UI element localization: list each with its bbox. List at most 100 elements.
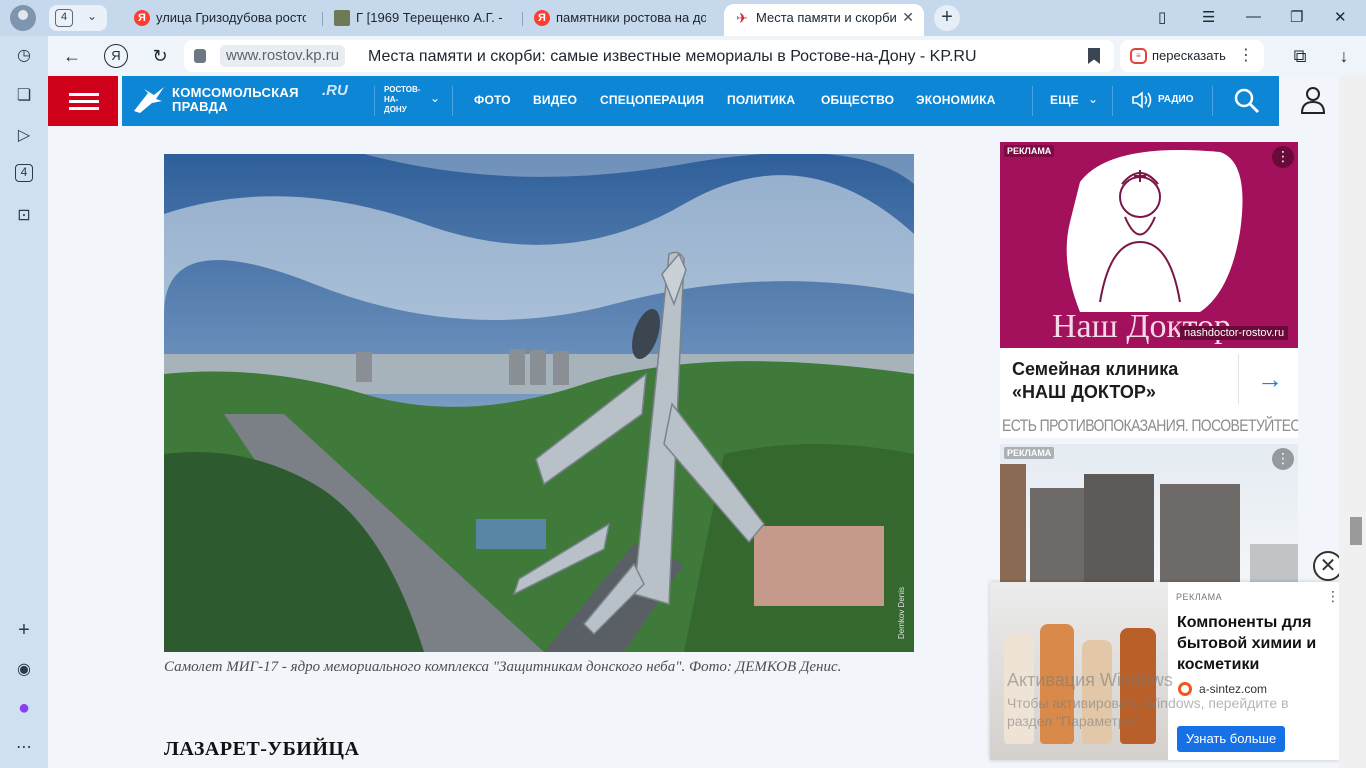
tab-title: Места памяти и скорби xyxy=(756,10,896,25)
nav-more[interactable]: ЕЩЕ xyxy=(1050,93,1079,107)
region-selector[interactable]: РОСТОВ- НА- ДОНУ xyxy=(384,85,420,115)
medical-warning: ЕСТЬ ПРОТИВОПОКАЗАНИЯ. ПОСОВЕТУЙТЕСЬ С В… xyxy=(1002,415,1298,435)
clinic-ad[interactable]: РЕКЛАМА ⋮ Наш Доктор nashdoctor-rostov.r… xyxy=(1000,142,1298,438)
chemicals-headline[interactable]: Компоненты для бытовой химии и косметики xyxy=(1177,612,1337,675)
tab-3[interactable]: Я памятники ростова на дон xyxy=(524,4,720,32)
chevron-down-icon: ⌄ xyxy=(1088,92,1099,106)
ad-menu-icon[interactable]: ⋮ xyxy=(1272,146,1294,168)
clinic-headline[interactable]: Семейная клиника «НАШ ДОКТОР» xyxy=(1012,358,1232,404)
header-divider xyxy=(1112,86,1113,116)
radio-label[interactable]: РАДИО xyxy=(1158,94,1193,105)
close-window-icon[interactable]: ✕ xyxy=(1334,8,1347,26)
site-header: КОМСОМОЛЬСКАЯ ПРАВДА .RU РОСТОВ- НА- ДОН… xyxy=(122,76,1279,126)
region-line-1: РОСТОВ- xyxy=(384,85,421,94)
collections-button-icon[interactable]: ⧉ xyxy=(1288,44,1312,68)
retell-button[interactable]: ≡ пересказать ⋮ xyxy=(1120,40,1264,72)
yandex-icon: Я xyxy=(534,10,550,26)
clinic-ad-image: РЕКЛАМА ⋮ Наш Доктор nashdoctor-rostov.r… xyxy=(1000,142,1298,348)
building xyxy=(1084,474,1154,584)
header-divider xyxy=(1212,86,1213,116)
header-divider xyxy=(374,86,375,116)
add-icon[interactable]: + xyxy=(12,618,36,642)
retell-label: пересказать xyxy=(1152,48,1226,63)
bookmarks-window-icon[interactable]: ▯ xyxy=(1158,8,1166,26)
building xyxy=(1160,484,1240,584)
tab-divider xyxy=(322,12,323,26)
tab-4-active[interactable]: ✈ Места памяти и скорби ✕ xyxy=(724,4,924,36)
search-icon[interactable] xyxy=(1234,88,1260,114)
page-scrollbar[interactable] xyxy=(1339,76,1366,768)
tab-1[interactable]: Я улица Гризодубова росто xyxy=(124,4,320,32)
reload-icon[interactable]: ↻ xyxy=(148,44,172,68)
building xyxy=(1000,464,1026,584)
yandex-icon: Я xyxy=(134,10,150,26)
real-estate-ad[interactable]: РЕКЛАМА ⋮ xyxy=(1000,444,1298,584)
new-tab-button[interactable]: + xyxy=(934,5,960,31)
user-account-icon[interactable] xyxy=(1300,86,1326,114)
assistant-icon[interactable]: ◉ xyxy=(12,658,36,682)
article-photo-mig17-memorial[interactable]: Demkov Denis xyxy=(164,154,914,652)
image-icon xyxy=(334,10,350,26)
windows-activation-title: Активация Windows xyxy=(1007,670,1173,690)
nav-economy[interactable]: ЭКОНОМИКА xyxy=(916,93,996,107)
profile-avatar-icon[interactable] xyxy=(10,5,36,31)
browser-sidebar: ◷ ❏ ▷ 4 ⊡ + ◉ ● ⋯ xyxy=(0,36,48,768)
lock-icon[interactable] xyxy=(194,49,206,63)
collections-icon[interactable]: ❏ xyxy=(12,84,36,108)
chevron-down-icon: ⌄ xyxy=(87,9,98,23)
kp-icon: ✈ xyxy=(736,10,748,26)
logo-ru: .RU xyxy=(322,82,348,99)
retell-icon: ≡ xyxy=(1130,48,1147,64)
ad-menu-icon[interactable]: ⋮ xyxy=(1326,588,1340,605)
retell-more-icon[interactable]: ⋮ xyxy=(1238,45,1254,65)
download-icon[interactable]: ↓ xyxy=(1332,44,1356,68)
yandex-home-icon[interactable]: Я xyxy=(104,44,128,68)
alice-icon[interactable]: ● xyxy=(12,696,36,720)
kp-bird-logo-icon[interactable] xyxy=(132,85,166,115)
bookmark-icon[interactable] xyxy=(1088,48,1100,64)
address-toolbar: ← Я ↻ www.rostov.kp.ru Места памяти и ск… xyxy=(48,36,1366,76)
tab-title: Г [1969 Терещенко А.Г. - И xyxy=(356,10,506,25)
back-icon[interactable]: ← xyxy=(60,44,84,68)
ad-menu-icon[interactable]: ⋮ xyxy=(1272,448,1294,470)
site-menu-button[interactable] xyxy=(48,76,118,126)
tab-title: памятники ростова на дон xyxy=(556,10,706,25)
tab-count-button[interactable]: 4 ⌄ xyxy=(49,5,107,31)
screenshot-icon[interactable]: ⊡ xyxy=(12,204,36,228)
chevron-down-icon[interactable]: ⌄ xyxy=(430,91,440,105)
photo-credit: Demkov Denis xyxy=(897,587,906,639)
downloads-panel-icon[interactable]: ☰ xyxy=(1202,8,1215,26)
tab-count-icon[interactable]: 4 xyxy=(15,164,33,182)
nav-video[interactable]: ВИДЕО xyxy=(533,93,577,107)
section-heading: ЛАЗАРЕТ-УБИЙЦА xyxy=(164,738,360,760)
ad-badge: РЕКЛАМА xyxy=(1004,145,1055,157)
url-page-title: Места памяти и скорби: самые известные м… xyxy=(368,48,977,65)
logo-line-2: ПРАВДА xyxy=(172,99,228,114)
nav-society[interactable]: ОБЩЕСТВО xyxy=(821,93,894,107)
tab-count: 4 xyxy=(55,9,73,27)
tab-2[interactable]: Г [1969 Терещенко А.Г. - И xyxy=(324,4,520,32)
address-field[interactable]: www.rostov.kp.ru Места памяти и скорби: … xyxy=(184,40,1114,72)
arrow-right-icon[interactable]: → xyxy=(1257,364,1283,395)
url-domain: www.rostov.kp.ru xyxy=(220,45,346,67)
tab-title: улица Гризодубова росто xyxy=(156,10,306,25)
logo-line-1: КОМСОМОЛЬСКАЯ xyxy=(172,85,299,100)
real-estate-ad-image xyxy=(1000,444,1298,584)
header-divider xyxy=(452,86,453,116)
clinic-site: nashdoctor-rostov.ru xyxy=(1180,326,1289,340)
building xyxy=(1250,544,1298,584)
article-body: Demkov Denis Самолет МИГ-17 - ядро мемор… xyxy=(58,126,988,768)
nav-special-operation[interactable]: СПЕЦОПЕРАЦИЯ xyxy=(600,93,704,107)
history-icon[interactable]: ◷ xyxy=(12,44,36,68)
speaker-icon[interactable] xyxy=(1131,90,1153,110)
restore-icon[interactable]: ❐ xyxy=(1290,8,1303,26)
close-tab-icon[interactable]: ✕ xyxy=(902,9,914,26)
hamburger-icon xyxy=(69,93,99,96)
more-icon[interactable]: ⋯ xyxy=(12,736,36,760)
play-icon[interactable]: ▷ xyxy=(12,124,36,148)
minimize-icon[interactable]: — xyxy=(1246,8,1261,25)
nav-photo[interactable]: ФОТО xyxy=(474,93,511,107)
nav-politics[interactable]: ПОЛИТИКА xyxy=(727,93,795,107)
site-logo-text[interactable]: КОМСОМОЛЬСКАЯ ПРАВДА xyxy=(172,86,299,114)
scrollbar-thumb[interactable] xyxy=(1350,517,1362,545)
